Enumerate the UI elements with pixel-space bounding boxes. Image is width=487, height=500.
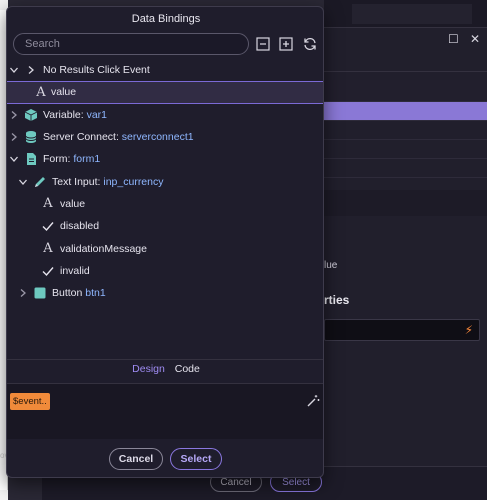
tree-item-server-connect[interactable]: Server Connect: serverconnect1	[7, 126, 323, 148]
tree-item-prop-disabled[interactable]: disabled	[7, 215, 323, 237]
editor-tabs: Design Code	[7, 363, 323, 375]
background-selected-row[interactable]	[324, 102, 487, 121]
background-input[interactable]: ⚡	[324, 319, 480, 341]
tree-item-value-selected[interactable]: A value	[7, 81, 323, 104]
background-properties-panel	[324, 0, 487, 500]
tree-item-label: Server Connect: serverconnect1	[43, 131, 194, 144]
background-panel-header	[324, 28, 487, 72]
text-type-icon: A	[43, 241, 53, 257]
cancel-button[interactable]: Cancel	[109, 448, 163, 470]
tree-item-label: invalid	[60, 264, 90, 277]
chevron-right-icon[interactable]	[18, 288, 28, 298]
expression-editor[interactable]: $event..	[7, 383, 323, 439]
tree-item-label: value	[51, 86, 77, 99]
maximize-icon[interactable]: ☐	[448, 32, 459, 46]
chevron-down-icon[interactable]	[18, 177, 28, 187]
plus-square-icon[interactable]	[278, 36, 294, 52]
close-icon[interactable]: ✕	[470, 32, 480, 46]
chevron-right-icon[interactable]	[9, 132, 19, 142]
text-type-icon: A	[43, 196, 53, 212]
background-table	[324, 80, 487, 178]
database-icon	[25, 131, 37, 144]
tree-item-prop-value[interactable]: A value	[7, 193, 323, 215]
minus-square-icon[interactable]	[255, 36, 271, 52]
tree-item-form[interactable]: Form: form1	[7, 148, 323, 170]
search-input[interactable]	[13, 33, 249, 55]
tree-item-label: validationMessage	[60, 242, 147, 255]
tree-item-no-results[interactable]: No Results Click Event	[7, 59, 323, 81]
tree-item-label: Button btn1	[52, 287, 106, 300]
tree-item-label: disabled	[60, 220, 100, 233]
tree-item-button[interactable]: Button btn1	[7, 282, 323, 304]
background-top-bar	[324, 0, 487, 28]
tree-item-text-input[interactable]: Text Input: inp_currency	[7, 170, 323, 192]
lightning-icon[interactable]: ⚡	[465, 323, 473, 337]
bindings-tree: No Results Click Event A value Variable:…	[7, 59, 323, 304]
refresh-icon[interactable]	[302, 36, 318, 52]
check-icon	[42, 222, 54, 232]
button-icon	[34, 287, 46, 299]
check-icon	[42, 266, 54, 276]
select-button[interactable]: Select	[170, 448, 222, 470]
text-type-icon: A	[36, 84, 46, 100]
tab-code[interactable]: Code	[175, 363, 200, 375]
background-section-bar	[324, 190, 487, 216]
magic-wand-icon[interactable]	[306, 394, 320, 408]
chevron-right-icon	[28, 66, 34, 75]
chevron-down-icon[interactable]	[9, 154, 19, 164]
tree-item-variable[interactable]: Variable: var1	[7, 104, 323, 126]
divider	[7, 359, 323, 360]
tree-item-label: No Results Click Event	[43, 64, 150, 77]
cube-icon	[24, 108, 38, 121]
background-value-text: lue	[324, 260, 338, 271]
tree-item-prop-validation-message[interactable]: A validationMessage	[7, 237, 323, 259]
tree-item-label: Form: form1	[43, 153, 101, 166]
pencil-icon	[35, 176, 45, 187]
file-icon	[27, 153, 36, 166]
tab-design[interactable]: Design	[132, 363, 165, 375]
background-properties-title: rties	[324, 293, 350, 307]
tree-item-prop-invalid[interactable]: invalid	[7, 260, 323, 282]
chevron-right-icon[interactable]	[9, 110, 19, 120]
chevron-down-icon[interactable]	[9, 65, 19, 75]
tree-item-label: Text Input: inp_currency	[52, 175, 164, 188]
data-bindings-dialog: Data Bindings No Results Click Event A v…	[6, 6, 324, 478]
expression-token[interactable]: $event..	[10, 393, 50, 410]
dialog-title: Data Bindings	[131, 13, 201, 25]
tree-item-label: Variable: var1	[43, 108, 108, 121]
tree-item-label: value	[60, 197, 86, 210]
